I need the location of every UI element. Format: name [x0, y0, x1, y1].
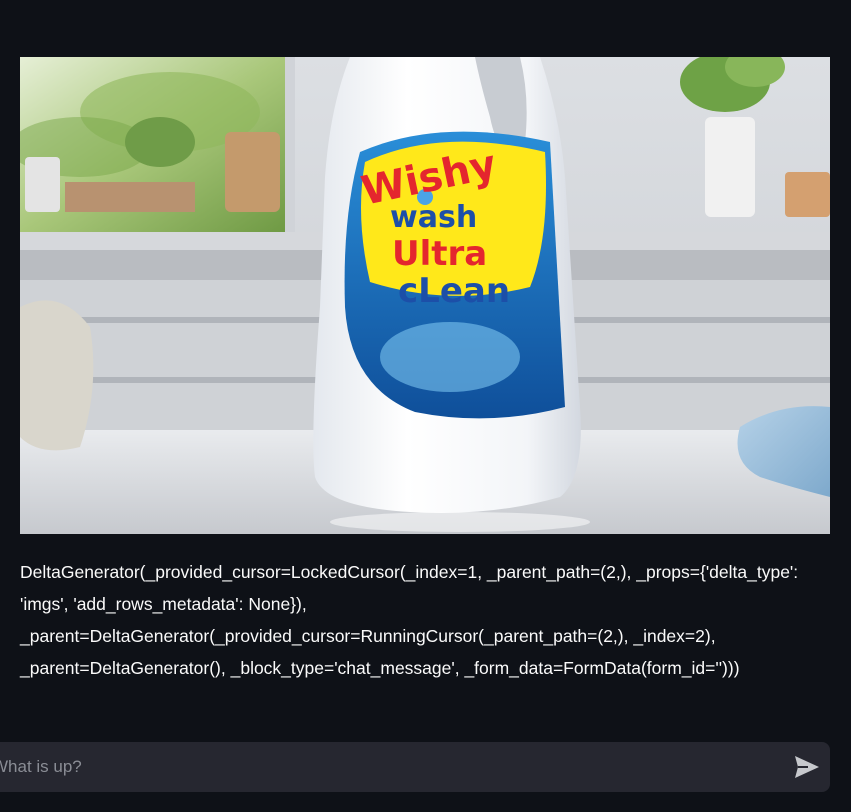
- chat-app: Wishy wash Ultra cLean DeltaGenerator(_p…: [0, 0, 851, 812]
- label-product-word-2: cLean: [398, 271, 510, 311]
- send-button[interactable]: [792, 753, 822, 781]
- generated-product-image: Wishy wash Ultra cLean: [20, 57, 830, 534]
- chat-message-text: DeltaGenerator(_provided_cursor=LockedCu…: [20, 562, 799, 678]
- chat-input[interactable]: [0, 742, 762, 792]
- send-icon: [795, 756, 819, 778]
- label-product-word-1: Ultra: [392, 234, 487, 274]
- chat-input-bar: [0, 742, 830, 792]
- label-brand-word-2: wash: [390, 200, 477, 235]
